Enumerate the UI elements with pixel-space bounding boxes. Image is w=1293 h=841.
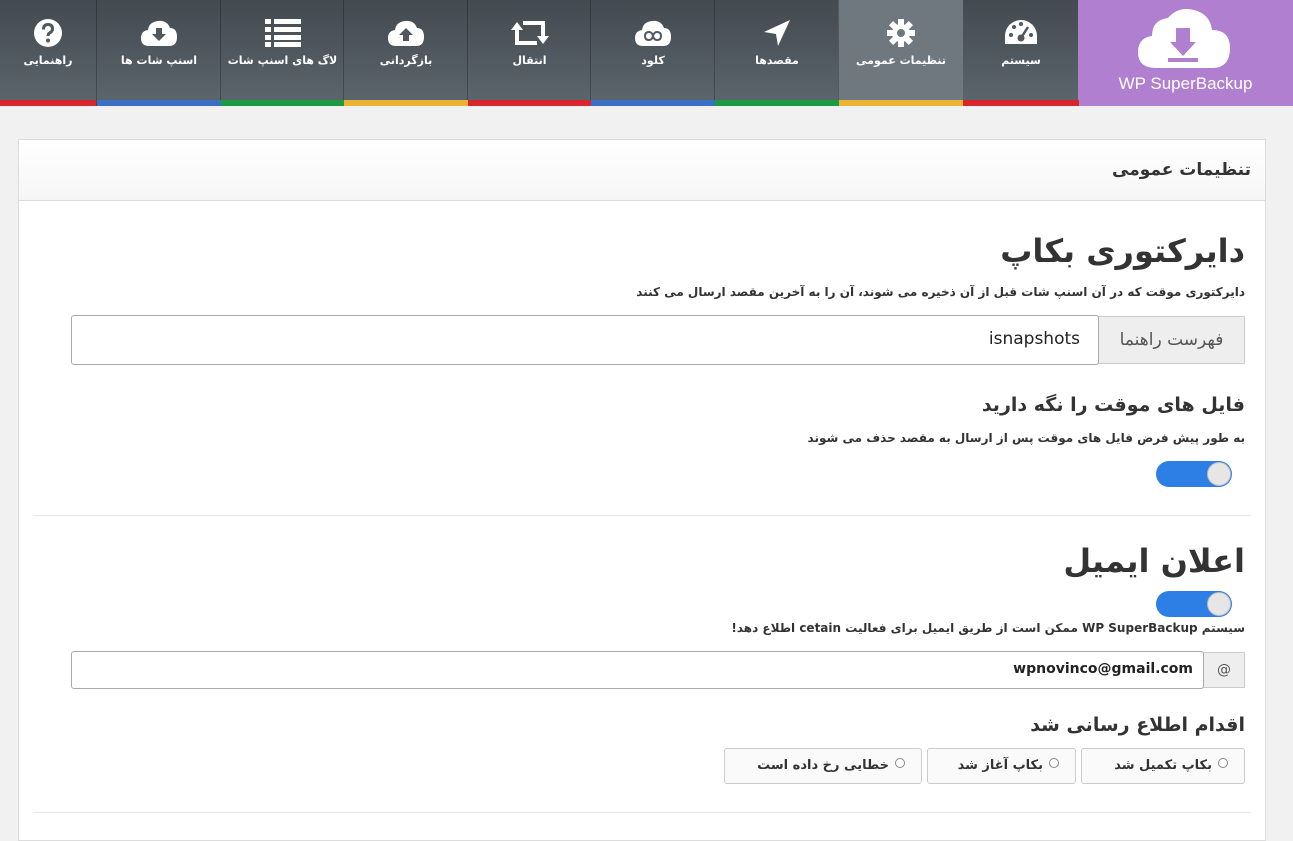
toggle-knob [1207, 592, 1231, 616]
nav-label: بازگردانی [379, 54, 433, 67]
email-value: wpnovinco@gmail.com [1013, 661, 1193, 677]
cloud-link-icon [635, 20, 671, 46]
radio-circle[interactable] [1049, 758, 1059, 768]
nav-snapshot-logs[interactable]: لاگ های اسنپ شات [220, 0, 344, 106]
nav-destinations[interactable]: مقصدها [714, 0, 839, 106]
nav-color-bar [468, 100, 591, 106]
nav-color-bar [344, 100, 468, 106]
nav-label: مقصدها [755, 54, 799, 67]
email-at-addon: @ [1203, 652, 1245, 688]
brand-logo[interactable]: WP SuperBackup [1078, 0, 1293, 106]
backup-directory-input[interactable]: isnapshots [71, 315, 1099, 365]
nav-label: انتقال [512, 54, 547, 67]
location-arrow-icon [764, 20, 790, 46]
cloud-download-logo-icon [1138, 9, 1230, 68]
top-navigation: WP SuperBackup سیستم تنظیمات عمومی مقصده… [0, 0, 1293, 106]
toggle-knob [1207, 462, 1231, 486]
nav-color-bar [591, 100, 715, 106]
radio-circle[interactable] [1218, 758, 1228, 768]
nav-label: راهنمایی [23, 54, 73, 67]
email-toggle[interactable] [1156, 591, 1232, 617]
divider [33, 812, 1251, 813]
nav-label: تنظیمات عمومی [856, 54, 946, 67]
option-label: خطایی رخ داده است [757, 758, 889, 773]
panel-title: تنظیمات عمومی [1112, 160, 1251, 180]
keep-temp-toggle[interactable] [1156, 461, 1232, 487]
email-description: سیستم WP SuperBackup ممکن است از طریق ای… [731, 621, 1245, 635]
nav-label: اسنپ شات ها [120, 54, 198, 67]
nav-label: لاگ های اسنپ شات [227, 54, 338, 67]
nav-label: کلود [641, 54, 665, 67]
email-input[interactable]: wpnovinco@gmail.com [71, 651, 1204, 689]
list-icon [264, 19, 301, 47]
cloud-download-icon [141, 20, 177, 46]
backup-dir-description: دایرکتوری موقت که در آن اسنپ شات قبل از … [636, 285, 1245, 299]
email-heading: اعلان ایمیل [1063, 542, 1245, 580]
panel-header: تنظیمات عمومی [19, 140, 1265, 201]
directory-addon-label: فهرست راهنما [1098, 316, 1245, 364]
nav-color-bar [0, 100, 96, 106]
nav-color-bar [221, 100, 344, 106]
cloud-upload-icon [388, 20, 424, 46]
nav-cloud[interactable]: کلود [590, 0, 715, 106]
option-label: بکاپ آغاز شد [957, 758, 1043, 773]
nav-system[interactable]: سیستم [962, 0, 1079, 106]
retweet-icon [510, 21, 549, 45]
option-label: بکاپ تکمیل شد [1114, 758, 1212, 773]
nav-snapshots[interactable]: اسنپ شات ها [96, 0, 221, 106]
keep-temp-description: به طور پیش فرض فایل های موقت پس از ارسال… [807, 431, 1245, 445]
nav-general-settings[interactable]: تنظیمات عمومی [838, 0, 963, 106]
radio-circle[interactable] [895, 758, 905, 768]
notify-option-backup-started[interactable]: بکاپ آغاز شد [927, 748, 1076, 784]
backup-dir-heading: دایرکتوری بکاپ [1000, 232, 1245, 270]
brand-name: WP SuperBackup [1118, 74, 1253, 93]
keep-temp-heading: فایل های موقت را نگه دارید [981, 394, 1245, 416]
notify-option-backup-complete[interactable]: بکاپ تکمیل شد [1081, 748, 1245, 784]
notify-option-error[interactable]: خطایی رخ داده است [724, 748, 922, 784]
nav-transfer[interactable]: انتقال [467, 0, 591, 106]
dashboard-icon [1005, 20, 1037, 44]
gear-icon [887, 19, 915, 47]
nav-label: سیستم [1001, 54, 1041, 67]
nav-restore[interactable]: بازگردانی [343, 0, 468, 106]
nav-color-bar [715, 100, 839, 106]
backup-directory-value: isnapshots [988, 329, 1080, 349]
divider [33, 515, 1251, 516]
question-circle-icon [34, 19, 62, 47]
notify-heading: اقدام اطلاع رسانی شد [1030, 714, 1245, 736]
nav-color-bar [963, 100, 1079, 106]
nav-color-bar [97, 100, 221, 106]
nav-help[interactable]: راهنمایی [0, 0, 96, 106]
nav-color-bar [839, 100, 963, 106]
settings-panel: تنظیمات عمومی دایرکتوری بکاپ دایرکتوری م… [18, 139, 1266, 841]
